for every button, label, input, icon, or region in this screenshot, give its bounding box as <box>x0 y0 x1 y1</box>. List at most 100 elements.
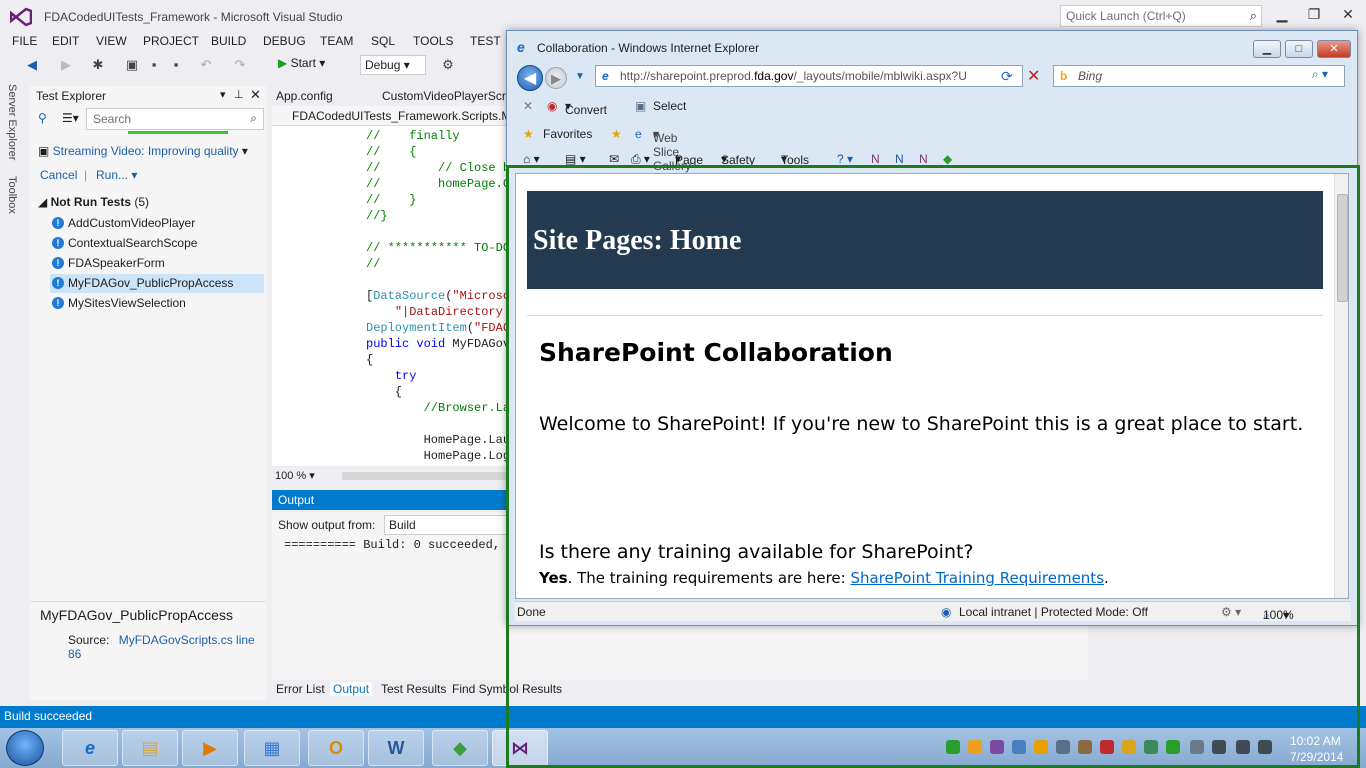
close-toolbar-icon[interactable]: ✕ <box>523 99 533 113</box>
start-button[interactable] <box>6 730 44 766</box>
tray-tool-icon[interactable] <box>1190 740 1204 754</box>
tools-menu[interactable]: Tools ▾ <box>781 152 809 167</box>
dropdown-icon[interactable]: ▾ <box>220 88 226 101</box>
server-explorer-tab[interactable]: Server Explorer <box>6 84 18 160</box>
test-search-input[interactable]: Search ⌕ <box>86 108 264 130</box>
tab-find-symbol-results[interactable]: Find Symbol Results <box>452 682 562 696</box>
training-link[interactable]: SharePoint Training Requirements <box>850 569 1104 587</box>
tab-error-list[interactable]: Error List <box>276 682 325 696</box>
run-link[interactable]: Run... ▾ <box>96 168 137 182</box>
onenote-send-icon[interactable]: N <box>919 152 928 166</box>
menu-view[interactable]: VIEW <box>96 34 127 48</box>
history-dropdown-icon[interactable]: ▼ <box>575 71 585 82</box>
clock-time[interactable]: 10:02 AM <box>1290 734 1341 748</box>
start-debug-button[interactable]: ▶ Start ▾ <box>278 56 325 70</box>
maximize-icon[interactable]: □ <box>1285 40 1313 58</box>
tray-monitor-icon[interactable] <box>1056 740 1070 754</box>
media-player-icon[interactable]: ▶ <box>182 730 238 766</box>
menu-debug[interactable]: DEBUG <box>263 34 306 48</box>
test-item-selected[interactable]: ! MyFDAGov_PublicPropAccess <box>50 274 264 293</box>
list-icon[interactable]: ☰▾ <box>62 111 79 125</box>
web-slice-gallery[interactable]: Web Slice Gallery ▾ <box>653 127 691 173</box>
addon-icon[interactable]: ◆ <box>943 152 952 166</box>
page-menu[interactable]: Page ▾ <box>675 152 703 167</box>
group-by-icon[interactable]: ⚲ <box>38 111 47 125</box>
tray-update-icon[interactable] <box>968 740 982 754</box>
test-item[interactable]: ! MySitesViewSelection <box>50 294 264 313</box>
open-icon[interactable]: ▣ <box>124 57 140 73</box>
feeds-icon[interactable]: ▤ ▾ <box>565 152 586 166</box>
tray-usb-icon[interactable] <box>1212 740 1226 754</box>
code-editor[interactable]: // finally // { // // Close b // homePag… <box>272 126 510 466</box>
tray-sync-icon[interactable] <box>946 740 960 754</box>
tray-lock-icon[interactable] <box>1122 740 1136 754</box>
attach-icon[interactable]: ⚙ <box>440 57 456 73</box>
app-cube-icon[interactable]: ◆ <box>432 730 488 766</box>
tray-network-icon[interactable] <box>1012 740 1026 754</box>
quick-launch-input[interactable]: Quick Launch (Ctrl+Q) ⌕ <box>1060 5 1262 27</box>
tray-outlook-icon[interactable] <box>1034 740 1048 754</box>
menu-team[interactable]: TEAM <box>320 34 353 48</box>
cancel-link[interactable]: Cancel <box>40 168 77 182</box>
address-bar[interactable]: e http://sharepoint.preprod.fda.gov/_lay… <box>595 65 1023 87</box>
menu-project[interactable]: PROJECT <box>143 34 199 48</box>
menu-build[interactable]: BUILD <box>211 34 246 48</box>
back-icon[interactable]: ◀ <box>24 57 40 73</box>
new-project-icon[interactable]: ✱ <box>90 57 106 73</box>
word-icon[interactable]: W <box>368 730 424 766</box>
menu-tools[interactable]: TOOLS <box>413 34 453 48</box>
tab-app-config[interactable]: App.config <box>276 89 333 103</box>
select-button[interactable]: Select <box>653 99 686 113</box>
office-icon[interactable]: N <box>895 152 904 166</box>
tray-drive-icon[interactable] <box>1078 740 1092 754</box>
file-explorer-icon[interactable]: ▤ <box>122 730 178 766</box>
editor-nav-bar[interactable]: FDACodedUITests_Framework.Scripts.My <box>272 106 510 126</box>
editor-horizontal-scrollbar[interactable] <box>342 472 510 480</box>
tab-test-results[interactable]: Test Results <box>381 682 446 696</box>
convert-button[interactable]: Convert ▾ <box>565 99 607 117</box>
scrollbar-thumb[interactable] <box>1337 194 1348 302</box>
home-icon[interactable]: ⌂ ▾ <box>523 152 540 166</box>
remote-desktop-icon[interactable]: ▦ <box>244 730 300 766</box>
test-item[interactable]: ! ContextualSearchScope <box>50 234 264 253</box>
safety-menu[interactable]: Safety ▾ <box>721 152 755 167</box>
print-icon[interactable]: ⎙ ▾ <box>631 152 650 167</box>
favorites-button[interactable]: Favorites <box>543 127 592 141</box>
onenote-icon[interactable]: N <box>871 152 880 166</box>
undo-icon[interactable]: ↶ <box>198 57 214 73</box>
output-source-select[interactable]: Build <box>384 515 510 535</box>
test-item[interactable]: ! FDASpeakerForm <box>50 254 264 273</box>
volume-icon[interactable] <box>1258 740 1272 754</box>
redo-icon[interactable]: ↷ <box>232 57 248 73</box>
close-icon[interactable]: ✕ <box>250 87 261 103</box>
signal-icon[interactable] <box>1236 740 1250 754</box>
save-all-icon[interactable]: ▪ <box>168 57 184 73</box>
ie-page-viewport[interactable]: Site Pages: Home SharePoint Collaboratio… <box>515 173 1349 599</box>
menu-test[interactable]: TEST <box>470 34 501 48</box>
minimize-icon[interactable]: ▁ <box>1272 6 1292 23</box>
tray-security-icon[interactable] <box>1100 740 1114 754</box>
save-icon[interactable]: ▪ <box>146 57 162 73</box>
minimize-icon[interactable]: ▁ <box>1253 40 1281 58</box>
tab-output[interactable]: Output <box>330 682 373 696</box>
playlist-select[interactable]: ▣ Streaming Video: Improving quality ▾ <box>38 144 248 158</box>
clock-date[interactable]: 7/29/2014 <box>1290 750 1343 764</box>
solution-config-select[interactable]: Debug ▾ <box>360 55 426 75</box>
test-group-header[interactable]: ◢ Not Run Tests (5) <box>38 195 149 209</box>
restore-icon[interactable]: ❐ <box>1304 6 1324 23</box>
tray-globe-icon[interactable] <box>1144 740 1158 754</box>
visual-studio-taskbar-icon[interactable]: ⋈ <box>492 730 548 766</box>
menu-edit[interactable]: EDIT <box>52 34 79 48</box>
tray-vs-icon[interactable] <box>990 740 1004 754</box>
bing-search-input[interactable]: b Bing ⌕ ▾ <box>1053 65 1345 87</box>
page-vertical-scrollbar[interactable] <box>1334 174 1348 598</box>
pin-icon[interactable]: ⊥ <box>234 88 244 101</box>
protected-mode-icon[interactable]: ⚙ ▾ <box>1221 605 1241 619</box>
forward-icon[interactable]: ▶ <box>58 57 74 73</box>
close-icon[interactable]: ✕ <box>1338 6 1358 23</box>
menu-sql[interactable]: SQL <box>371 34 395 48</box>
back-button[interactable]: ◀ <box>517 65 543 91</box>
stop-icon[interactable]: ✕ <box>1027 66 1040 86</box>
tray-check-icon[interactable] <box>1166 740 1180 754</box>
internet-explorer-icon[interactable]: e <box>62 730 118 766</box>
